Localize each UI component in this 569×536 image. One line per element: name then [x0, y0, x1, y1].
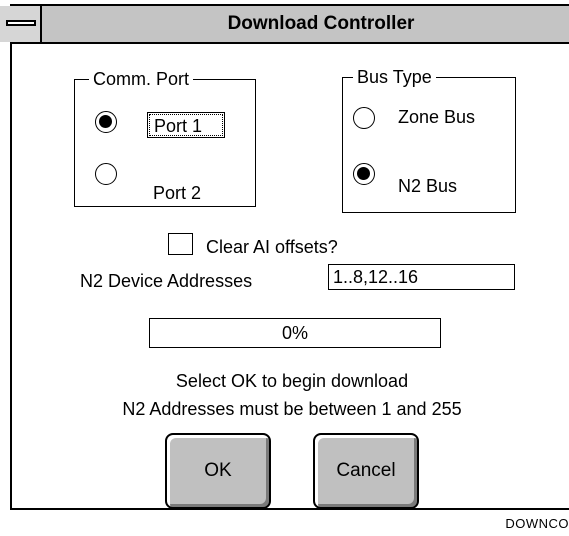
dialog-title: Download Controller — [227, 13, 415, 34]
ok-button-label: OK — [204, 460, 232, 481]
figure-caption: DOWNCO — [505, 516, 569, 531]
port-1-label[interactable]: Port 1 — [147, 112, 225, 138]
cancel-button[interactable]: Cancel — [313, 433, 419, 509]
clear-ai-offsets-label[interactable]: Clear AI offsets? — [206, 236, 338, 258]
zone-bus-label[interactable]: Zone Bus — [398, 106, 475, 128]
n2-device-addresses-label: N2 Device Addresses — [80, 271, 253, 291]
system-menu-icon — [6, 20, 36, 26]
ok-button[interactable]: OK — [165, 433, 271, 509]
bus-type-group: Bus Type Zone Bus N2 Bus — [342, 65, 516, 213]
download-progress-bar: 0% — [149, 318, 441, 348]
comm-port-legend: Comm. Port — [89, 67, 194, 91]
instruction-message: Select OK to begin download — [175, 371, 409, 391]
bus-type-legend: Bus Type — [353, 65, 436, 89]
download-controller-dialog: Download Controller Comm. Port Port 1 Po… — [0, 4, 569, 510]
clear-ai-offsets-checkbox[interactable] — [168, 233, 193, 255]
address-range-message: N2 Addresses must be between 1 and 255 — [122, 399, 462, 419]
port-1-radio[interactable] — [95, 111, 117, 133]
port-2-radio[interactable] — [95, 163, 117, 185]
n2-bus-radio[interactable] — [353, 163, 375, 185]
n2-device-addresses-input[interactable]: 1..8,12..16 — [328, 264, 515, 290]
port-2-label[interactable]: Port 2 — [153, 182, 201, 204]
comm-port-group: Comm. Port Port 1 Port 2 — [74, 67, 256, 207]
n2-bus-label[interactable]: N2 Bus — [398, 175, 457, 197]
system-menu-button[interactable] — [0, 6, 42, 42]
title-bar: Download Controller — [0, 6, 569, 44]
cancel-button-label: Cancel — [336, 460, 396, 481]
progress-percent: 0% — [281, 323, 308, 343]
zone-bus-radio[interactable] — [353, 107, 375, 129]
